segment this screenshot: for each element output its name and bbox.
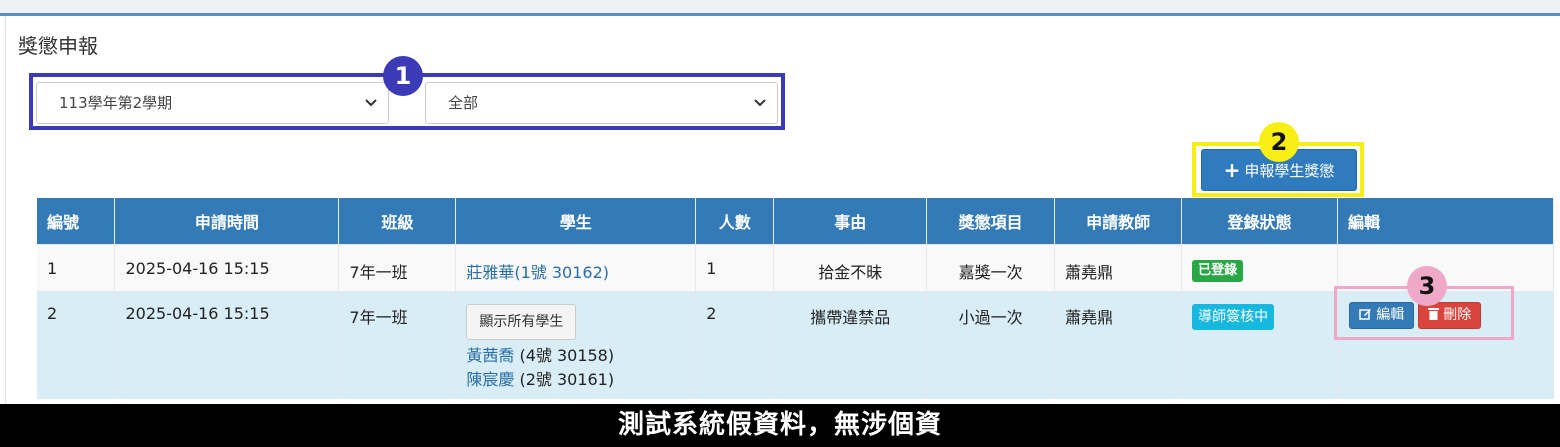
student-link[interactable]: 黃茜喬 <box>466 346 514 365</box>
header-teacher: 申請教師 <box>1054 198 1183 244</box>
header-id: 編號 <box>37 198 116 244</box>
cell-item: 嘉獎一次 <box>926 243 1056 291</box>
cell-reason: 拾金不昧 <box>773 243 928 291</box>
delete-button[interactable]: 刪除 <box>1418 302 1481 329</box>
semester-select-value: 113學年第2學期 <box>59 94 173 112</box>
awards-table: 編號 申請時間 班級 學生 人數 事由 獎懲項目 申請教師 登錄狀態 編輯 1 … <box>37 198 1554 399</box>
delete-button-label: 刪除 <box>1443 307 1472 323</box>
callout-badge-1: 1 <box>383 56 423 96</box>
table-row: 1 2025-04-16 15:15 7年一班 莊雅華(1號 30162) 1 … <box>37 243 1554 291</box>
cell-student: 顯示所有學生 黃茜喬 (4號 30158) 陳宸慶 (2號 30161) <box>455 290 697 399</box>
table-header-row: 編號 申請時間 班級 學生 人數 事由 獎懲項目 申請教師 登錄狀態 編輯 <box>37 198 1554 244</box>
cell-item: 小過一次 <box>926 290 1056 399</box>
header-student: 學生 <box>455 198 697 244</box>
header-item: 獎懲項目 <box>926 198 1056 244</box>
cell-time: 2025-04-16 15:15 <box>114 243 340 291</box>
plus-icon: + <box>1223 158 1241 182</box>
cell-teacher: 蕭堯鼎 <box>1054 290 1183 399</box>
cell-status: 已登錄 <box>1181 243 1339 291</box>
cell-class: 7年一班 <box>338 243 457 291</box>
student-entry: 陳宸慶 (2號 30161) <box>466 368 685 392</box>
category-select-value: 全部 <box>448 94 479 112</box>
show-all-students-button[interactable]: 顯示所有學生 <box>466 303 577 340</box>
student-link[interactable]: 莊雅華(1號 30162) <box>466 263 609 282</box>
cell-count: 2 <box>695 290 775 399</box>
disclaimer-banner: 測試系統假資料，無涉個資 <box>0 404 1560 447</box>
cell-id: 1 <box>37 243 116 291</box>
callout-badge-2: 2 <box>1259 122 1299 162</box>
callout-badge-3: 3 <box>1407 266 1447 306</box>
student-entry: 黃茜喬 (4號 30158) <box>466 344 685 368</box>
header-edit: 編輯 <box>1337 198 1554 244</box>
page-title: 獎懲申報 <box>18 34 98 58</box>
status-badge: 導師簽核中 <box>1192 303 1275 330</box>
table-row: 2 2025-04-16 15:15 7年一班 顯示所有學生 黃茜喬 (4號 3… <box>37 290 1554 399</box>
top-bar <box>0 0 1560 16</box>
header-count: 人數 <box>695 198 775 244</box>
cell-reason: 攜帶違禁品 <box>773 290 928 399</box>
edit-button[interactable]: 編輯 <box>1349 302 1414 329</box>
cell-id: 2 <box>37 290 116 399</box>
status-badge: 已登錄 <box>1192 259 1244 282</box>
header-time: 申請時間 <box>114 198 340 244</box>
cell-time: 2025-04-16 15:15 <box>114 290 340 399</box>
edit-button-label: 編輯 <box>1376 307 1405 323</box>
student-info: (4號 30158) <box>514 345 615 365</box>
header-reason: 事由 <box>773 198 928 244</box>
cell-status: 導師簽核中 <box>1181 290 1339 399</box>
chevron-down-icon <box>364 83 378 139</box>
trash-icon <box>1427 307 1439 323</box>
chevron-down-icon <box>753 83 767 139</box>
header-status: 登錄狀態 <box>1181 198 1339 244</box>
category-select[interactable]: 全部 <box>425 82 778 124</box>
student-link[interactable]: 陳宸慶 <box>466 370 514 389</box>
edit-icon <box>1359 307 1372 323</box>
semester-select[interactable]: 113學年第2學期 <box>36 82 389 124</box>
cell-count: 1 <box>695 243 775 291</box>
cell-student: 莊雅華(1號 30162) <box>455 243 697 291</box>
header-class: 班級 <box>338 198 457 244</box>
student-info: (2號 30161) <box>514 369 615 389</box>
cell-class: 7年一班 <box>338 290 457 399</box>
cell-teacher: 蕭堯鼎 <box>1054 243 1183 291</box>
add-button-label: 申報學生獎懲 <box>1244 162 1335 180</box>
